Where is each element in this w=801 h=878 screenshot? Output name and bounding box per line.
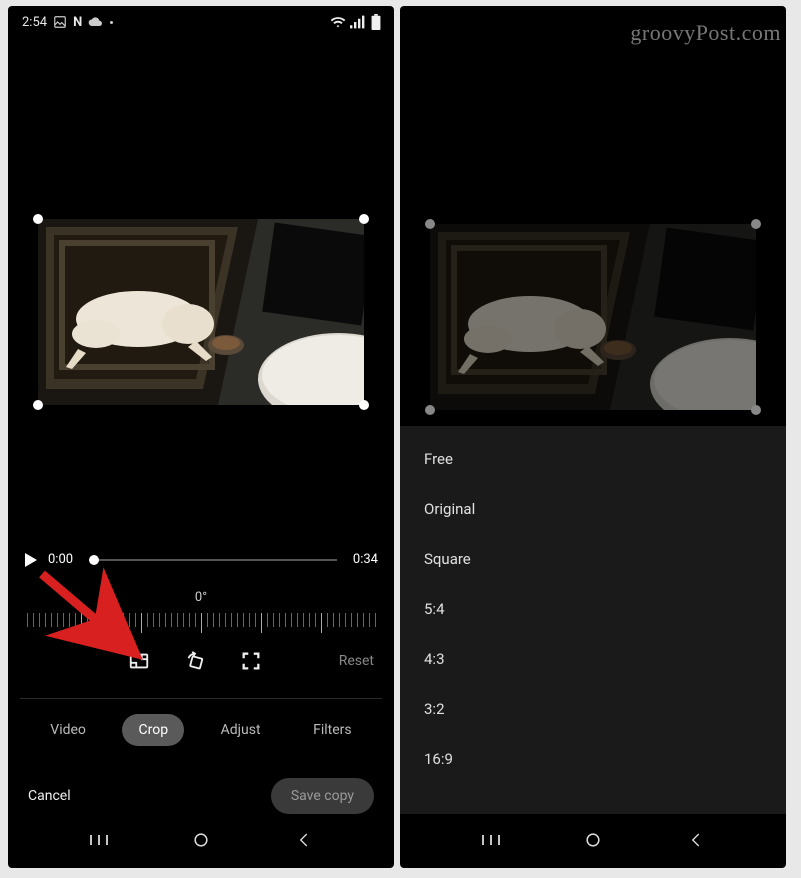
dot-icon xyxy=(110,21,113,24)
save-copy-button[interactable]: Save copy xyxy=(271,778,374,814)
watermark: groovyPost.com xyxy=(630,20,781,46)
reset-button[interactable]: Reset xyxy=(339,653,374,669)
crop-handle-tr[interactable] xyxy=(359,214,369,224)
nav-home[interactable] xyxy=(189,828,213,852)
crop-frame[interactable] xyxy=(430,224,756,410)
crop-handle-bl[interactable] xyxy=(33,400,43,410)
crop-handle-tl[interactable] xyxy=(425,219,435,229)
action-row: Cancel Save copy xyxy=(8,778,394,814)
nav-back[interactable] xyxy=(683,828,707,852)
nav-bar xyxy=(400,818,786,862)
current-time: 0:00 xyxy=(48,552,73,567)
phone-left: 2:54 N xyxy=(8,6,394,868)
rotation-angle: 0° xyxy=(8,590,394,605)
nav-recents[interactable] xyxy=(479,828,503,852)
tab-crop[interactable]: Crop xyxy=(122,714,184,746)
aspect-4-3[interactable]: 4:3 xyxy=(400,634,786,684)
tab-filters[interactable]: Filters xyxy=(297,714,368,746)
battery-icon xyxy=(370,14,382,30)
fullscreen-icon[interactable] xyxy=(240,650,262,672)
status-bar: 2:54 N xyxy=(8,6,394,34)
aspect-16-9[interactable]: 16:9 xyxy=(400,734,786,784)
seek-slider[interactable] xyxy=(89,559,337,561)
nav-recents[interactable] xyxy=(87,828,111,852)
aspect-square[interactable]: Square xyxy=(400,534,786,584)
edit-tabs: Video Crop Adjust Filters xyxy=(8,714,394,746)
aspect-3-2[interactable]: 3:2 xyxy=(400,684,786,734)
duration: 0:34 xyxy=(353,552,378,567)
cancel-button[interactable]: Cancel xyxy=(28,788,71,804)
status-time: 2:54 xyxy=(22,15,47,30)
crop-handle-tl[interactable] xyxy=(33,214,43,224)
crop-tools-row: Reset xyxy=(8,650,394,672)
crop-frame[interactable] xyxy=(38,219,364,405)
aspect-5-4[interactable]: 5:4 xyxy=(400,584,786,634)
rotation-dial[interactable] xyxy=(24,610,378,636)
divider xyxy=(20,698,382,699)
tab-video[interactable]: Video xyxy=(34,714,102,746)
crop-handle-tr[interactable] xyxy=(751,219,761,229)
aspect-ratio-sheet: Free Original Square 5:4 4:3 3:2 16:9 xyxy=(400,426,786,814)
rotate-icon[interactable] xyxy=(184,650,206,672)
image-icon xyxy=(53,15,67,29)
nav-bar xyxy=(8,818,394,862)
signal-icon xyxy=(350,15,366,29)
netflix-icon: N xyxy=(73,15,82,30)
crop-handle-bl[interactable] xyxy=(425,405,435,415)
dim-overlay xyxy=(430,224,756,410)
video-thumbnail[interactable] xyxy=(430,224,756,410)
aspect-original[interactable]: Original xyxy=(400,484,786,534)
cloud-icon xyxy=(88,16,104,28)
aspect-free[interactable]: Free xyxy=(400,434,786,484)
phone-right: Free Original Square 5:4 4:3 3:2 16:9 xyxy=(400,6,786,868)
wifi-icon xyxy=(330,15,346,29)
aspect-ratio-icon[interactable] xyxy=(128,650,150,672)
player-controls: 0:00 0:34 xyxy=(24,552,378,567)
video-thumbnail[interactable] xyxy=(38,219,364,405)
tab-adjust[interactable]: Adjust xyxy=(205,714,277,746)
play-icon[interactable] xyxy=(24,553,38,567)
nav-back[interactable] xyxy=(291,828,315,852)
crop-handle-br[interactable] xyxy=(751,405,761,415)
nav-home[interactable] xyxy=(581,828,605,852)
crop-handle-br[interactable] xyxy=(359,400,369,410)
